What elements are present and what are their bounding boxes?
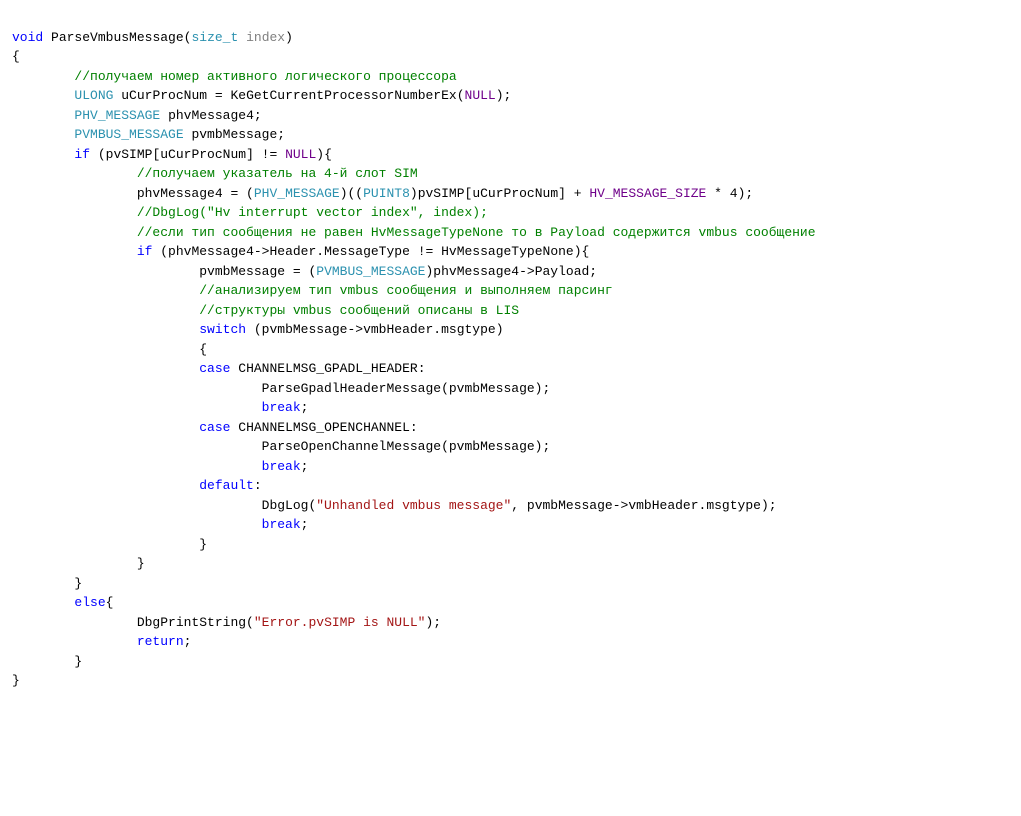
code: )pvSIMP[uCurProcNum] +	[410, 186, 589, 201]
string-1: "Unhandled vmbus message"	[316, 498, 511, 513]
const-null1: NULL	[465, 88, 496, 103]
code: )((	[340, 186, 363, 201]
keyword-else: else	[74, 595, 105, 610]
const-hvsz: HV_MESSAGE_SIZE	[589, 186, 706, 201]
code: CHANNELMSG_GPADL_HEADER:	[238, 361, 425, 376]
code: (pvSIMP[uCurProcNum] !=	[98, 147, 285, 162]
keyword-case1: case	[199, 361, 230, 376]
type-cast3: PVMBUS_MESSAGE	[316, 264, 425, 279]
code: ParseGpadlHeaderMessage(pvmbMessage);	[262, 381, 551, 396]
keyword-switch: switch	[199, 322, 246, 337]
func-name: ParseVmbusMessage	[51, 30, 184, 45]
type-cast1: PHV_MESSAGE	[254, 186, 340, 201]
brace: }	[137, 556, 145, 571]
brace: }	[74, 654, 82, 669]
code: (phvMessage4->Header.MessageType != HvMe…	[160, 244, 589, 259]
code: phvMessage4 = (	[137, 186, 254, 201]
type-pvmbus: PVMBUS_MESSAGE	[74, 127, 183, 142]
keyword-break2: break	[262, 459, 301, 474]
keyword-if1: if	[74, 147, 90, 162]
code-block: void ParseVmbusMessage(size_t index) { /…	[12, 28, 1009, 691]
code: );	[496, 88, 512, 103]
comment-3: //DbgLog("Hv interrupt vector index", in…	[137, 205, 488, 220]
brace-open: {	[12, 49, 20, 64]
type-cast2: PUINT8	[363, 186, 410, 201]
code: pvmbMessage = (	[199, 264, 316, 279]
code: , pvmbMessage->vmbHeader.msgtype);	[511, 498, 776, 513]
brace: {	[199, 342, 207, 357]
comment-6: //структуры vmbus сообщений описаны в LI…	[199, 303, 519, 318]
code: );	[426, 615, 442, 630]
type-ulong: ULONG	[74, 88, 113, 103]
code: phvMessage4;	[168, 108, 262, 123]
code: DbgPrintString(	[137, 615, 254, 630]
code: )phvMessage4->Payload;	[425, 264, 597, 279]
type-phvmsg: PHV_MESSAGE	[74, 108, 160, 123]
comment-2: //получаем указатель на 4-й слот SIM	[137, 166, 418, 181]
keyword-if2: if	[137, 244, 153, 259]
param-index: index	[246, 30, 285, 45]
const-null2: NULL	[285, 147, 316, 162]
type-size_t: size_t	[191, 30, 238, 45]
keyword-return: return	[137, 634, 184, 649]
string-2: "Error.pvSIMP is NULL"	[254, 615, 426, 630]
brace: }	[74, 576, 82, 591]
brace: }	[199, 537, 207, 552]
code: * 4);	[706, 186, 753, 201]
brace-close: }	[12, 673, 20, 688]
code: ParseOpenChannelMessage(pvmbMessage);	[262, 439, 551, 454]
keyword-break3: break	[262, 517, 301, 532]
keyword-break1: break	[262, 400, 301, 415]
code: CHANNELMSG_OPENCHANNEL:	[238, 420, 417, 435]
keyword-void: void	[12, 30, 43, 45]
code: ){	[316, 147, 332, 162]
keyword-default: default	[199, 478, 254, 493]
brace: {	[106, 595, 114, 610]
code: uCurProcNum = KeGetCurrentProcessorNumbe…	[121, 88, 464, 103]
code: (pvmbMessage->vmbHeader.msgtype)	[254, 322, 504, 337]
code: pvmbMessage;	[191, 127, 285, 142]
code: DbgLog(	[262, 498, 317, 513]
keyword-case2: case	[199, 420, 230, 435]
comment-1: //получаем номер активного логического п…	[74, 69, 456, 84]
comment-4: //если тип сообщения не равен HvMessageT…	[137, 225, 816, 240]
comment-5: //анализируем тип vmbus сообщения и выпо…	[199, 283, 612, 298]
